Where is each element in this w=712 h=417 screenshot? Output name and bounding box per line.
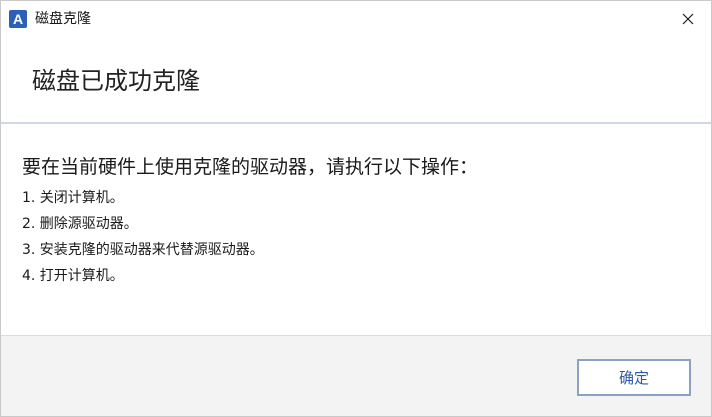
step-item: 3. 安装克隆的驱动器来代替源驱动器。 [22, 242, 264, 258]
ok-button[interactable]: 确定 [577, 359, 691, 396]
close-icon [682, 13, 694, 25]
close-button[interactable] [665, 1, 711, 37]
title-bar[interactable]: A 磁盘克隆 [1, 1, 711, 39]
step-item: 1. 关闭计算机。 [22, 190, 124, 206]
steps-list: 1. 关闭计算机。 2. 删除源驱动器。 3. 安装克隆的驱动器来代替源驱动器。… [22, 188, 264, 292]
window-title: 磁盘克隆 [35, 11, 91, 27]
content-panel: 要在当前硬件上使用克隆的驱动器，请执行以下操作： 1. 关闭计算机。 2. 删除… [1, 124, 711, 336]
instructions-heading: 要在当前硬件上使用克隆的驱动器，请执行以下操作： [22, 156, 479, 178]
step-item: 2. 删除源驱动器。 [22, 216, 138, 232]
page-title: 磁盘已成功克隆 [32, 67, 200, 95]
app-icon: A [9, 10, 27, 28]
footer-bar: 确定 [1, 336, 711, 416]
dialog-window: A 磁盘克隆 磁盘已成功克隆 要在当前硬件上使用克隆的驱动器，请执行以下操作： … [0, 0, 712, 417]
header-panel: 磁盘已成功克隆 [1, 39, 711, 124]
step-item: 4. 打开计算机。 [22, 268, 124, 284]
